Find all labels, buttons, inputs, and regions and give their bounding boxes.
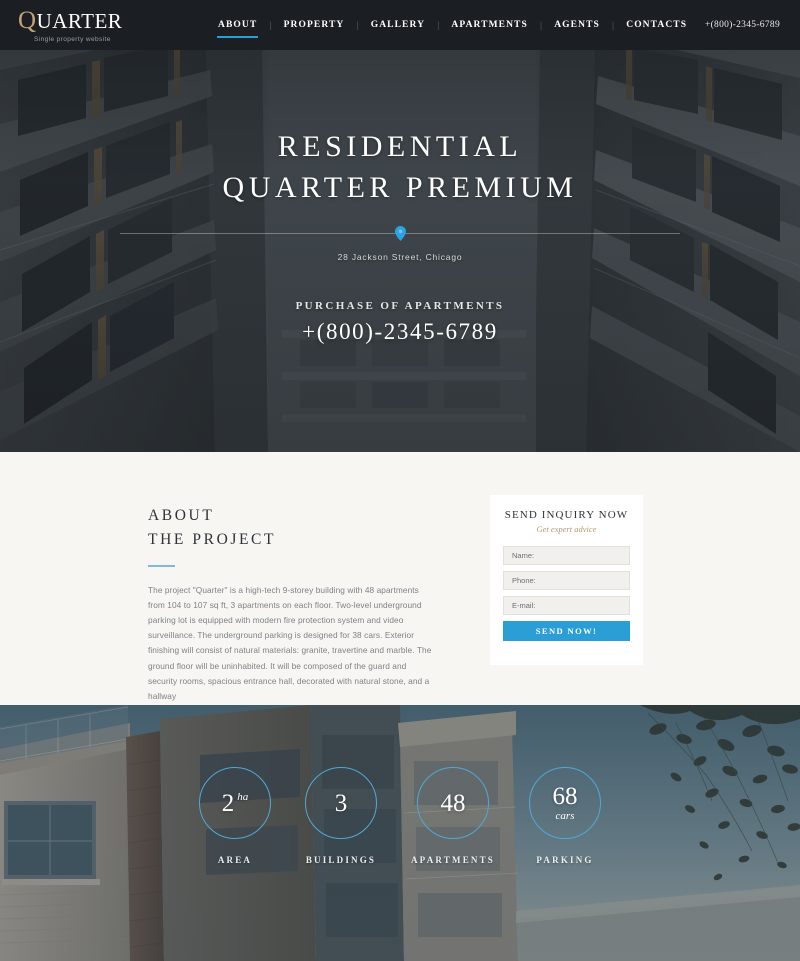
about-heading-rule [148,565,175,568]
logo-first-letter: Q [18,6,37,34]
stat-value-wrapper: 68 cars [553,784,578,822]
logo-wordmark: QUARTER [18,8,168,33]
stat-area: 2 ha AREA [198,767,271,865]
inquiry-form-card: SEND INQUIRY NOW Get expert advice SEND … [490,495,643,665]
hero-title: RESIDENTIAL QUARTER PREMIUM [223,126,578,209]
stat-label: BUILDINGS [305,855,377,865]
site-logo[interactable]: QUARTER Single property website [18,8,168,43]
about-heading: ABOUT THE PROJECT [148,504,433,552]
site-header: QUARTER Single property website ABOUT | … [0,0,800,50]
hero-section: RESIDENTIAL QUARTER PREMIUM 28 Jackson S… [0,0,800,452]
hero-content: RESIDENTIAL QUARTER PREMIUM 28 Jackson S… [0,0,800,452]
stat-buildings: 3 BUILDINGS [304,767,377,865]
stat-value: 68 [552,783,578,810]
stat-label: AREA [217,855,253,865]
header-phone[interactable]: +(800)-2345-6789 [705,20,780,30]
about-text-column: ABOUT THE PROJECT The project "Quarter" … [148,504,433,704]
hero-address: 28 Jackson Street, Chicago [337,251,463,262]
stat-value: 48 [440,789,466,817]
stat-circle: 48 [417,767,489,839]
stat-parking: 68 cars PARKING [529,767,602,865]
stat-label: PARKING [536,855,594,865]
stat-value-wrapper: 3 [335,791,348,816]
hero-title-line-1: RESIDENTIAL [277,130,523,163]
inquiry-form-title: SEND INQUIRY NOW [504,509,629,521]
stat-circle: 3 [304,767,377,839]
nav-item-agents[interactable]: AGENTS [542,20,612,30]
stat-value-wrapper: 48 [441,791,466,816]
inquiry-form-subtitle: Get expert advice [536,524,597,534]
stat-unit: cars [555,810,575,822]
send-now-button[interactable]: SEND NOW! [503,621,630,641]
main-navigation: ABOUT | PROPERTY | GALLERY | APARTMENTS … [206,20,699,38]
email-input[interactable] [503,596,630,615]
inquiry-form-fields: SEND NOW! [503,546,630,641]
hero-purchase-label: PURCHASE OF APARTMENTS [295,299,505,312]
about-heading-line-1: ABOUT [148,507,215,524]
stats-section: 2 ha AREA 3 BUILDINGS 48 APARTMENTS 68 c… [0,705,800,961]
map-pin-icon [389,222,411,244]
nav-item-gallery[interactable]: GALLERY [359,20,437,30]
stat-circle: 68 cars [529,767,602,839]
stat-apartments: 48 APARTMENTS [411,767,495,865]
stat-value: 2 [221,789,235,817]
stat-label: APARTMENTS [410,855,496,865]
logo-rest: UARTER [36,8,123,33]
logo-tagline: Single property website [34,35,111,43]
about-heading-line-2: THE PROJECT [148,531,277,549]
nav-item-contacts[interactable]: CONTACTS [614,20,699,30]
nav-item-property[interactable]: PROPERTY [272,20,357,30]
about-section: ABOUT THE PROJECT The project "Quarter" … [0,452,800,705]
landing-page: RESIDENTIAL QUARTER PREMIUM 28 Jackson S… [0,0,800,961]
stat-unit: ha [237,790,249,803]
nav-item-about[interactable]: ABOUT [206,20,269,38]
stat-value: 3 [334,789,348,817]
nav-item-apartments[interactable]: APARTMENTS [439,20,539,30]
name-input[interactable] [503,546,630,565]
stats-row: 2 ha AREA 3 BUILDINGS 48 APARTMENTS 68 c… [0,705,800,961]
about-body-text: The project "Quarter" is a high-tech 9-s… [148,585,432,701]
stat-value-wrapper: 2 ha [222,791,249,816]
stat-circle: 2 ha [198,767,271,839]
phone-input[interactable] [503,571,630,590]
hero-divider [120,225,680,241]
hero-title-line-2: QUARTER PREMIUM [222,171,578,205]
hero-purchase-phone[interactable]: +(800)-2345-6789 [302,319,498,345]
